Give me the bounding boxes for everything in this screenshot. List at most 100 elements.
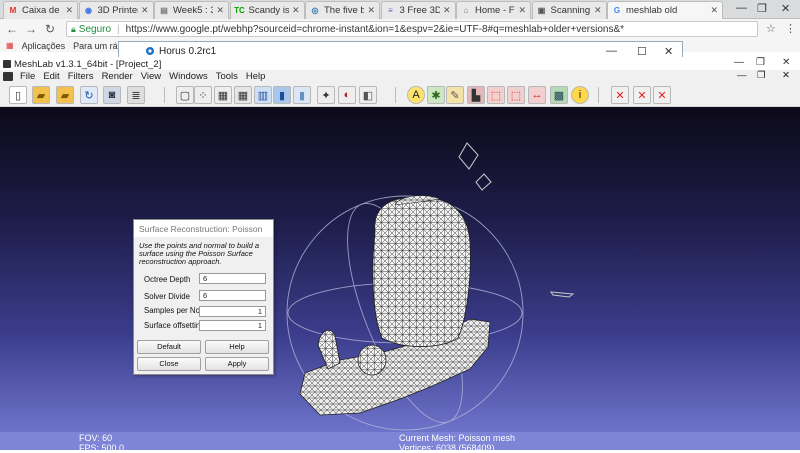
browser-tab[interactable]: ≡ 3 Free 3D S✕: [380, 1, 456, 19]
document-icon: ▤: [160, 6, 168, 15]
current-mesh-readout: Current Mesh: Poisson mesh: [399, 433, 516, 443]
new-project-icon[interactable]: ▯: [9, 86, 27, 104]
menu-filters[interactable]: Filters: [64, 71, 98, 82]
address-bar[interactable]: 🔒︎ Seguro | https://www.google.pt/webhp?…: [66, 21, 758, 37]
default-button[interactable]: Default: [137, 340, 201, 354]
tab-label: Caixa de en: [22, 5, 62, 16]
status-bar: FOV: 60 FPS: 500.0 Current Mesh: Poisson…: [0, 432, 800, 453]
meshlab-window-title: MeshLab v1.3.1_64bit - [Project_2]: [14, 58, 162, 70]
meshlab-app-icon: [3, 60, 11, 68]
flat-lines-icon[interactable]: ▥: [254, 86, 272, 104]
tab-close-icon[interactable]: ✕: [367, 5, 375, 16]
smooth-icon[interactable]: ▮: [293, 86, 311, 104]
tab-close-icon[interactable]: ✕: [65, 5, 73, 16]
browser-tab[interactable]: Gmeshlab old ✕: [607, 1, 723, 19]
points-icon[interactable]: ⁘: [194, 86, 212, 104]
horus-minimize-icon[interactable]: —: [606, 45, 617, 57]
measure-icon[interactable]: ↔: [528, 86, 546, 104]
menu-windows[interactable]: Windows: [165, 71, 212, 82]
open-project-icon[interactable]: ▰: [32, 86, 50, 104]
light-icon[interactable]: ✦: [317, 86, 335, 104]
meshlab-titlebar[interactable]: MeshLab v1.3.1_64bit - [Project_2] — ❐ ✕: [0, 57, 800, 71]
select-faces-icon[interactable]: ⬚: [487, 86, 505, 104]
reload-icon[interactable]: ↻: [45, 22, 55, 36]
dialog-title: Surface Reconstruction: Poisson: [134, 220, 273, 237]
help-button[interactable]: Help: [205, 340, 269, 354]
document-icon: ≡: [388, 6, 393, 15]
menu-tools[interactable]: Tools: [212, 71, 242, 82]
menu-dots-icon[interactable]: ⋮: [785, 22, 796, 35]
tab-close-icon[interactable]: ✕: [518, 5, 526, 16]
browser-tab[interactable]: ◉ 3D Printer T✕: [78, 1, 154, 19]
browser-tab-strip: MCaixa de en✕◉3D Printer T✕▤Week5 : 3D✕T…: [0, 0, 800, 19]
mdi-icon[interactable]: [3, 72, 13, 81]
select-vertices-icon[interactable]: ⬚: [507, 86, 525, 104]
param-label-octree-depth: Octree Depth: [144, 275, 191, 284]
close-icon[interactable]: ✕: [781, 2, 790, 15]
url-text[interactable]: https://www.google.pt/webhp?sourceid=chr…: [126, 24, 624, 35]
dialog-description: Use the points and normal to build a sur…: [139, 241, 260, 266]
back-icon[interactable]: ←: [6, 22, 18, 36]
tab-close-icon[interactable]: ✕: [443, 5, 451, 16]
tab-close-icon[interactable]: ✕: [594, 5, 602, 16]
tab-close-icon[interactable]: ✕: [710, 5, 718, 16]
layer-icon[interactable]: ≣: [127, 86, 145, 104]
bounding-box-icon[interactable]: ▢: [176, 86, 194, 104]
apps-grid-icon[interactable]: ▦: [6, 41, 14, 50]
texture-icon[interactable]: ▙: [467, 86, 485, 104]
color-picker-icon[interactable]: ✱: [427, 86, 445, 104]
menu-help[interactable]: Help: [242, 71, 270, 82]
bookmark-apps[interactable]: Aplicações: [22, 41, 66, 51]
forward-icon[interactable]: →: [25, 22, 37, 36]
tab-label: Week5 : 3D: [173, 5, 213, 16]
3d-viewport[interactable]: [0, 107, 800, 432]
octree-depth-field[interactable]: 6: [199, 273, 266, 284]
tab-close-icon[interactable]: ✕: [216, 5, 224, 16]
delete-faces-icon[interactable]: ✕: [611, 86, 629, 104]
annotation-icon[interactable]: A: [407, 86, 425, 104]
save-snapshot-icon[interactable]: ◙: [103, 86, 121, 104]
meshlab-minimize-icon[interactable]: —: [734, 57, 744, 68]
reload-icon[interactable]: ↻: [80, 86, 98, 104]
solver-divide-field[interactable]: 6: [199, 290, 266, 301]
meshlab-close-icon[interactable]: ✕: [782, 57, 790, 68]
delete-all-icon[interactable]: ✕: [653, 86, 671, 104]
browser-tab[interactable]: ▤ Week5 : 3D✕: [154, 1, 229, 19]
menu-edit[interactable]: Edit: [39, 71, 63, 82]
samples-per-node-field[interactable]: 1: [199, 306, 266, 317]
tab-close-icon[interactable]: ✕: [141, 5, 149, 16]
google-icon: G: [613, 6, 621, 15]
close-button[interactable]: Close: [137, 357, 201, 371]
mesh-render: [286, 142, 575, 431]
menu-file[interactable]: File: [16, 71, 39, 82]
delete-vertices-icon[interactable]: ✕: [633, 86, 651, 104]
browser-tab[interactable]: ◎ The five be✕: [305, 1, 380, 19]
paint-icon[interactable]: ✎: [446, 86, 464, 104]
menu-view[interactable]: View: [137, 71, 165, 82]
double-light-icon[interactable]: ◐: [338, 86, 356, 104]
mdi-close-icon[interactable]: ✕: [782, 70, 790, 81]
meshlab-restore-icon[interactable]: ❐: [756, 57, 765, 68]
mdi-minimize-icon[interactable]: —: [737, 70, 747, 81]
restore-icon[interactable]: ❐: [757, 2, 767, 15]
browser-tab[interactable]: ▣ Scanning —✕: [531, 1, 607, 19]
globe-icon: ◉: [85, 6, 92, 15]
raster-icon[interactable]: ▩: [550, 86, 568, 104]
minimize-icon[interactable]: —: [736, 2, 747, 14]
browser-tab[interactable]: TCScandy is b✕: [229, 1, 305, 19]
divider: |: [117, 23, 120, 35]
flat-icon[interactable]: ▮: [273, 86, 291, 104]
hidden-lines-icon[interactable]: ▦: [234, 86, 252, 104]
bookmark-star-icon[interactable]: ☆: [766, 22, 776, 35]
mdi-restore-icon[interactable]: ❐: [757, 70, 766, 81]
wireframe-icon[interactable]: ▦: [214, 86, 232, 104]
surface-offsetting-field[interactable]: 1: [199, 320, 266, 331]
fancy-light-icon[interactable]: ◧: [359, 86, 377, 104]
info-icon[interactable]: i: [571, 86, 589, 104]
menu-render[interactable]: Render: [98, 71, 137, 82]
open-mesh-icon[interactable]: ▰: [56, 86, 74, 104]
tab-close-icon[interactable]: ✕: [292, 5, 300, 16]
apply-button[interactable]: Apply: [205, 357, 269, 371]
browser-tab[interactable]: ⌂ Home - Fab✕: [456, 1, 531, 19]
browser-tab[interactable]: M Caixa de en✕: [3, 1, 78, 19]
